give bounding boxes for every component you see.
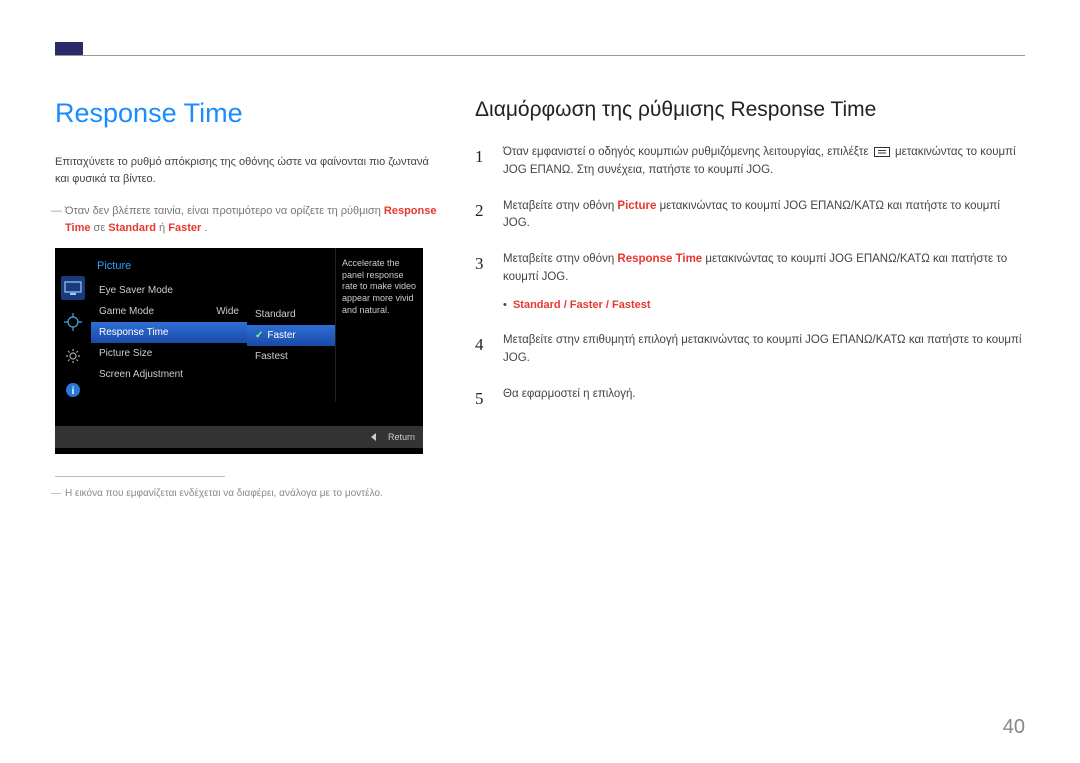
step-body: Όταν εμφανιστεί ο οδηγός κουμπιών ρυθμιζ… [503, 144, 1025, 180]
step-3-bullet: • Standard / Faster / Fastest [503, 297, 1025, 314]
osd-help-panel: Accelerate the panel response rate to ma… [335, 248, 423, 402]
highlight-options: Standard / Faster / Fastest [513, 299, 651, 311]
step-number: 5 [475, 386, 489, 412]
footnote-rule [55, 476, 225, 477]
step-text: Μεταβείτε στην οθόνη [503, 200, 617, 212]
osd-screenshot: i Picture Eye Saver Mode Game Mode Wide … [55, 248, 423, 454]
note-text: σε [94, 222, 109, 234]
svg-text:i: i [72, 386, 75, 397]
osd-item-label: Picture Size [99, 348, 152, 359]
osd-item-game-mode: Game Mode Wide [91, 301, 247, 322]
left-arrow-icon [371, 433, 376, 441]
step-2: 2 Μεταβείτε στην οθόνη Picture μετακινών… [475, 198, 1025, 234]
step-5: 5 Θα εφαρμοστεί η επιλογή. [475, 386, 1025, 412]
highlight-picture: Picture [617, 200, 656, 212]
note-highlight-faster: Faster [168, 222, 201, 234]
note-text: . [204, 222, 207, 234]
step-body: Μεταβείτε στην οθόνη Response Time μετακ… [503, 251, 1025, 314]
osd-return-label: Return [388, 432, 415, 442]
target-icon [61, 310, 85, 334]
monitor-icon [61, 276, 85, 300]
steps-list: 1 Όταν εμφανιστεί ο οδηγός κουμπιών ρυθμ… [475, 144, 1025, 412]
note-text: Όταν δεν βλέπετε ταινία, είναι προτιμότε… [65, 205, 384, 217]
left-column: Response Time Επιταχύνετε το ρυθμό απόκρ… [55, 98, 445, 501]
step-text: Όταν εμφανιστεί ο οδηγός κουμπιών ρυθμιζ… [503, 146, 872, 158]
check-icon: ✓ [255, 330, 263, 341]
osd-item-response-time: Response Time [91, 322, 247, 343]
osd-footer: Return [55, 426, 423, 448]
osd-item-label: Eye Saver Mode [99, 285, 173, 296]
osd-item-label: Response Time [99, 327, 168, 338]
info-icon: i [61, 378, 85, 402]
page-number: 40 [1003, 716, 1025, 739]
note-text: ή [159, 222, 168, 234]
step-number: 2 [475, 198, 489, 234]
right-column: Διαμόρφωση της ρύθμισης Response Time 1 … [475, 98, 1025, 501]
osd-sub-label: Fastest [255, 351, 288, 362]
menu-box-icon [874, 147, 890, 157]
osd-item-label: Game Mode [99, 306, 154, 317]
osd-sidebar: i [55, 248, 91, 402]
osd-item-eye-saver: Eye Saver Mode [91, 280, 247, 301]
header-accent-block [55, 42, 83, 56]
note-line: Όταν δεν βλέπετε ταινία, είναι προτιμότε… [55, 203, 445, 236]
header-rule [55, 55, 1025, 56]
section-description: Επιταχύνετε το ρυθμό απόκρισης της οθόνη… [55, 154, 445, 187]
osd-submenu-column: Standard ✓ Faster Fastest [247, 248, 335, 402]
osd-sub-fastest: Fastest [247, 346, 335, 367]
section-title: Response Time [55, 98, 445, 129]
osd-item-screen-adj: Screen Adjustment [91, 364, 247, 385]
highlight-response-time: Response Time [617, 253, 702, 265]
gear-icon [61, 344, 85, 368]
osd-menu-title: Picture [91, 256, 247, 280]
right-title: Διαμόρφωση της ρύθμισης Response Time [475, 98, 1025, 122]
note-highlight-standard: Standard [108, 222, 156, 234]
osd-sub-label: Standard [255, 309, 296, 320]
step-number: 4 [475, 332, 489, 368]
osd-item-label: Screen Adjustment [99, 369, 183, 380]
step-3: 3 Μεταβείτε στην οθόνη Response Time μετ… [475, 251, 1025, 314]
osd-sub-label: Faster [267, 330, 295, 341]
step-1: 1 Όταν εμφανιστεί ο οδηγός κουμπιών ρυθμ… [475, 144, 1025, 180]
osd-item-value: Wide [216, 306, 239, 317]
osd-sub-standard: Standard [247, 304, 335, 325]
osd-menu-column: Picture Eye Saver Mode Game Mode Wide Re… [91, 248, 247, 402]
step-number: 3 [475, 251, 489, 314]
step-4: 4 Μεταβείτε στην επιθυμητή επιλογή μετακ… [475, 332, 1025, 368]
osd-sub-faster: ✓ Faster [247, 325, 335, 346]
step-text: Μεταβείτε στην οθόνη [503, 253, 617, 265]
step-number: 1 [475, 144, 489, 180]
step-body: Θα εφαρμοστεί η επιλογή. [503, 386, 1025, 412]
step-body: Μεταβείτε στην επιθυμητή επιλογή μετακιν… [503, 332, 1025, 368]
footnote-text: Η εικόνα που εμφανίζεται ενδέχεται να δι… [55, 487, 445, 501]
osd-item-picture-size: Picture Size [91, 343, 247, 364]
step-body: Μεταβείτε στην οθόνη Picture μετακινώντα… [503, 198, 1025, 234]
